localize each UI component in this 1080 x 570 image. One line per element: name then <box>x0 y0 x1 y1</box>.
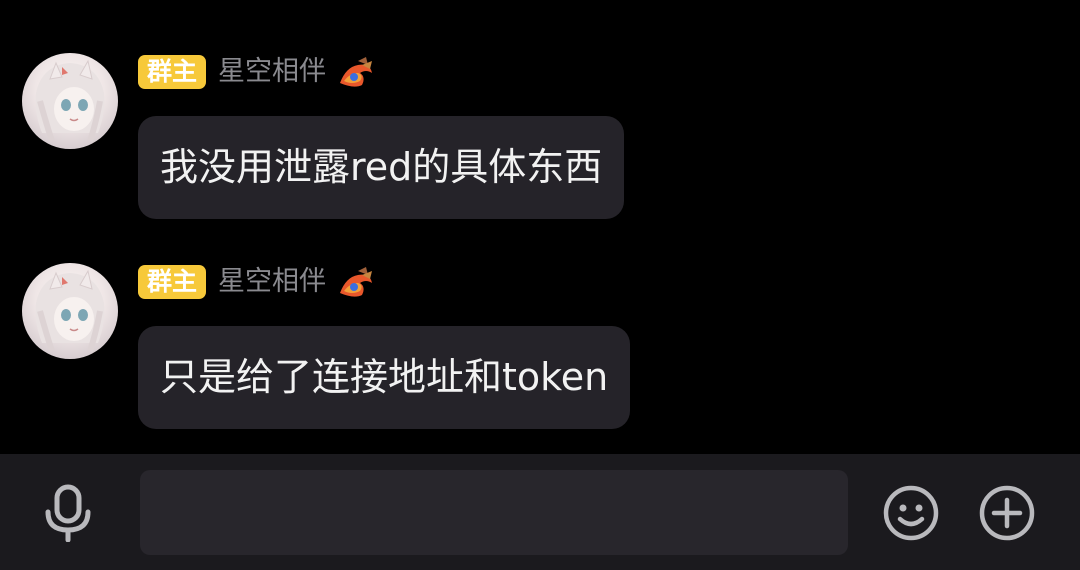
sender-name[interactable]: 星空相伴 <box>218 265 326 299</box>
avatar[interactable] <box>22 263 118 359</box>
plus-circle-icon[interactable] <box>978 484 1036 546</box>
microphone-icon[interactable] <box>40 484 96 546</box>
input-bar <box>0 454 1080 570</box>
chat-message-list[interactable]: 群主 星空相伴 我没用泄露red的具体东西 群主 星空相伴 只是给了连接地址和t… <box>0 0 1080 454</box>
message-bubble[interactable]: 我没用泄露red的具体东西 <box>138 116 625 219</box>
avatar[interactable] <box>22 53 118 149</box>
dragon-medal-icon[interactable] <box>336 263 376 301</box>
message-meta: 群主 星空相伴 <box>138 55 376 89</box>
owner-badge: 群主 <box>138 55 207 89</box>
message-input[interactable] <box>140 470 848 555</box>
avatar-image <box>35 59 105 142</box>
message-bubble[interactable]: 只是给了连接地址和token <box>138 326 631 429</box>
avatar-image <box>35 269 105 352</box>
message-meta: 群主 星空相伴 <box>138 265 376 299</box>
dragon-medal-icon[interactable] <box>336 53 376 91</box>
owner-badge: 群主 <box>138 265 207 299</box>
sender-name[interactable]: 星空相伴 <box>218 55 326 89</box>
emoji-smile-icon[interactable] <box>882 484 940 546</box>
